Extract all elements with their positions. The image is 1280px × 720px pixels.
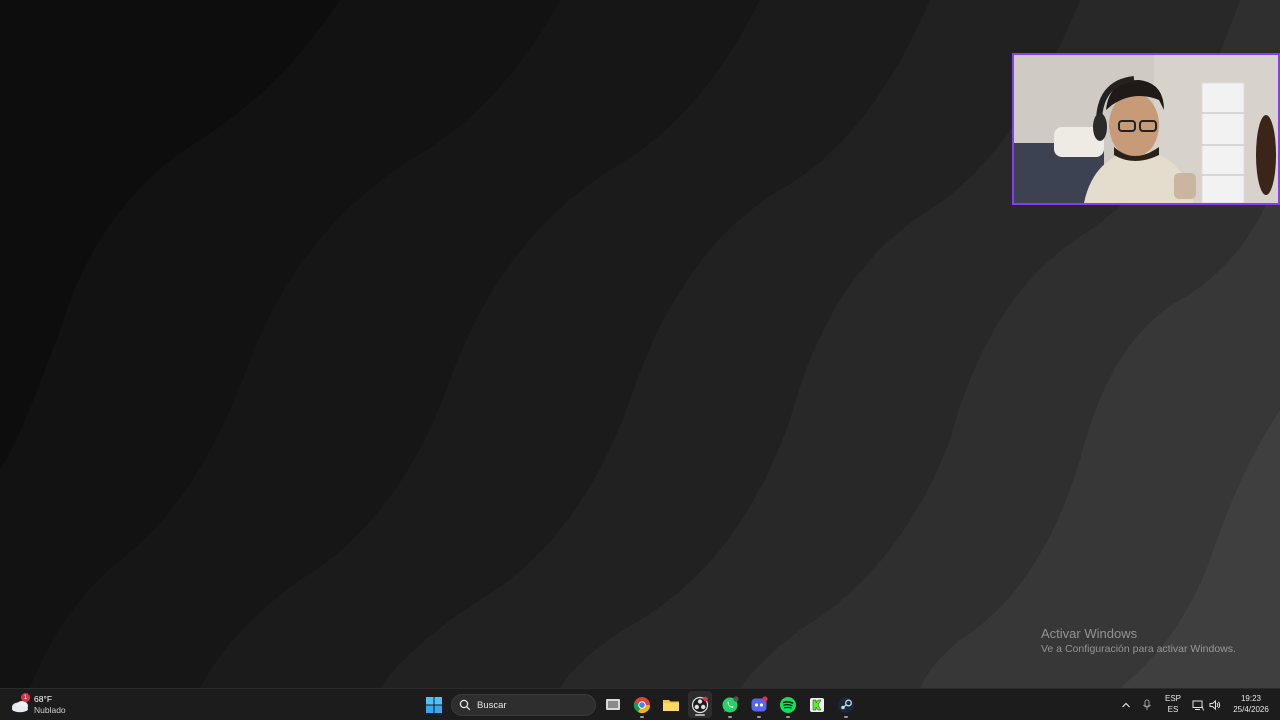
chrome-app[interactable] <box>630 689 654 720</box>
windows-logo-icon <box>426 696 442 713</box>
network-tray-button[interactable] <box>1190 689 1206 720</box>
watermark-subtitle: Ve a Configuración para activar Windows. <box>1041 643 1236 655</box>
chrome-icon <box>633 696 651 713</box>
microphone-tray-button[interactable] <box>1139 689 1155 720</box>
start-button[interactable] <box>422 689 446 720</box>
clock-date: 25/4/2026 <box>1233 705 1269 714</box>
obs-icon <box>691 696 709 713</box>
file-explorer-app[interactable] <box>659 689 683 720</box>
spotify-app[interactable] <box>776 689 800 720</box>
input-language-indicator[interactable]: ESP ES <box>1161 693 1185 715</box>
keyboard-layout-code: ES <box>1167 705 1179 714</box>
spotify-icon <box>780 696 796 713</box>
running-indicator <box>695 714 705 716</box>
running-indicator <box>757 716 761 718</box>
speaker-icon <box>1209 699 1221 710</box>
chevron-up-icon <box>1122 702 1130 707</box>
kick-app[interactable] <box>805 689 829 720</box>
webcam-feed <box>1014 55 1278 203</box>
weather-condition: Nublado <box>34 704 66 715</box>
volume-tray-button[interactable] <box>1207 689 1223 720</box>
watermark-title: Activar Windows <box>1041 626 1138 641</box>
taskbar: 1 68°F Nublado Buscar ESP ES 19:23 25/4/… <box>0 688 1280 720</box>
clock-time: 19:23 <box>1240 694 1262 703</box>
kick-icon <box>810 697 824 712</box>
discord-icon <box>751 695 768 711</box>
weather-temperature: 68°F <box>34 693 53 704</box>
task-view-button[interactable] <box>601 689 625 720</box>
search-box[interactable]: Buscar <box>451 694 596 716</box>
search-placeholder: Buscar <box>477 699 507 711</box>
weather-badge: 1 <box>21 692 30 702</box>
running-indicator <box>844 716 848 718</box>
steam-icon <box>838 696 854 713</box>
weather-widget[interactable]: 1 68°F Nublado <box>10 689 80 720</box>
task-view-icon <box>606 698 620 710</box>
obs-app[interactable] <box>688 691 712 718</box>
clock[interactable]: 19:23 25/4/2026 <box>1226 693 1276 715</box>
search-icon <box>459 699 471 711</box>
webcam-overlay <box>1012 53 1280 205</box>
steam-app[interactable] <box>834 689 858 720</box>
microphone-icon <box>1143 699 1151 710</box>
show-hidden-icons-button[interactable] <box>1118 689 1134 720</box>
folder-icon <box>663 699 679 711</box>
whatsapp-icon <box>722 695 739 712</box>
running-indicator <box>728 716 732 718</box>
running-indicator <box>640 716 644 718</box>
running-indicator <box>786 716 790 718</box>
whatsapp-app[interactable] <box>718 689 742 720</box>
discord-app[interactable] <box>747 689 771 720</box>
activation-watermark: Activar Windows Ve a Configuración para … <box>1041 626 1236 655</box>
language-code: ESP <box>1164 694 1181 703</box>
network-icon <box>1192 700 1204 711</box>
cloud-icon: 1 <box>10 692 30 713</box>
